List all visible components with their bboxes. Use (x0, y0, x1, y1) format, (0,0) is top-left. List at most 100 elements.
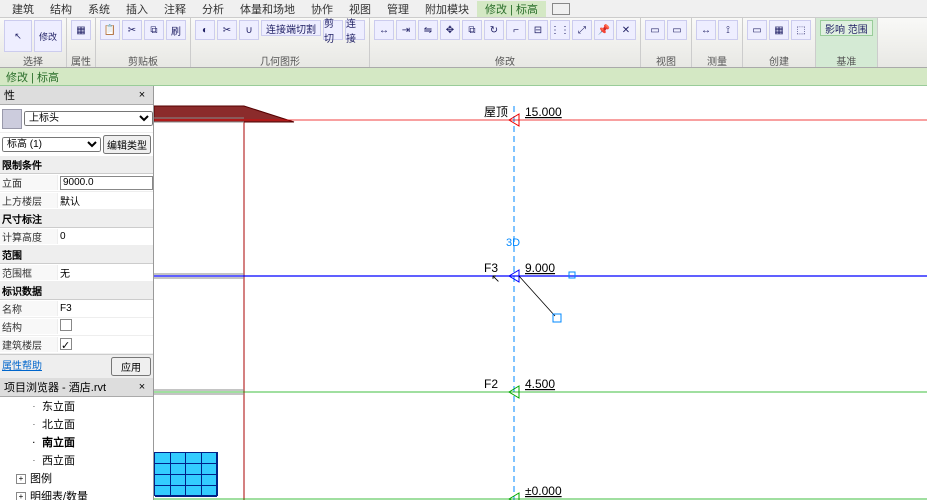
ribbon-group-创建: ▭▦⬚ 创建 (743, 18, 816, 67)
properties-help-link[interactable]: 属性帮助 (2, 357, 42, 376)
axis-3d-label: 3D (506, 237, 520, 249)
menu-item-active[interactable]: 修改 | 标高 (477, 1, 546, 17)
property-section-header: 范围 (0, 246, 153, 264)
cut-icon[interactable]: ✂ (122, 20, 142, 40)
browser-node[interactable]: 明细表/数量 (0, 487, 153, 500)
property-key: 范围框 (0, 265, 58, 280)
property-section-header: 限制条件 (0, 156, 153, 174)
browser-node[interactable]: 图例 (0, 469, 153, 487)
level-elevation[interactable]: 4.500 (525, 377, 555, 391)
browser-node[interactable]: 东立面 (0, 397, 153, 415)
drawing-canvas[interactable]: 3D屋顶15.000F39.000↖F24.500±0.000 (154, 86, 927, 500)
ribbon-group-label: 修改 (374, 53, 636, 65)
property-value[interactable]: ✓ (58, 338, 153, 352)
left-column: 性 × 上标头 标高 (1) 编辑类型 限制条件立面上方楼层默认尺寸标注计算高度… (0, 86, 154, 500)
offset-icon[interactable]: ⇥ (396, 20, 416, 40)
browser-node[interactable]: 西立面 (0, 451, 153, 469)
pin-icon[interactable]: 📌 (594, 20, 614, 40)
checkbox[interactable]: ✓ (60, 338, 72, 350)
property-value[interactable]: 0 (58, 231, 153, 242)
property-input[interactable] (60, 176, 153, 190)
level-name: F2 (484, 377, 498, 391)
demolish-icon[interactable]: 剪切 (323, 20, 343, 40)
create2-icon[interactable]: ▦ (769, 20, 789, 40)
level-elevation[interactable]: ±0.000 (525, 484, 562, 498)
menu-item[interactable]: 插入 (118, 1, 156, 17)
property-value[interactable]: 默认 (58, 193, 153, 208)
copy-move-icon[interactable]: ⧉ (462, 20, 482, 40)
drag-preview-line (519, 276, 555, 316)
menu-item[interactable]: 管理 (379, 1, 417, 17)
property-key: 计算高度 (0, 229, 58, 244)
finish-icon[interactable] (552, 3, 570, 15)
instance-filter[interactable]: 标高 (1) (2, 137, 101, 152)
match-icon[interactable]: 刷 (166, 20, 186, 40)
align-icon[interactable]: ↔ (374, 20, 394, 40)
rotate-icon[interactable]: ↻ (484, 20, 504, 40)
close-icon[interactable]: × (135, 89, 149, 101)
elevation-view[interactable]: 3D屋顶15.000F39.000↖F24.500±0.000 (154, 86, 927, 500)
property-row: 立面 (0, 174, 153, 192)
edit-type-button[interactable]: 编辑类型 (103, 135, 151, 154)
measure-icon[interactable]: ↔ (696, 20, 716, 40)
type-selector[interactable]: 上标头 (24, 111, 153, 126)
split-icon[interactable]: ⊟ (528, 20, 548, 40)
property-value[interactable]: F3 (58, 303, 153, 314)
delete-icon[interactable]: ✕ (616, 20, 636, 40)
drag-handle-icon[interactable] (569, 272, 575, 278)
level-elevation[interactable]: 9.000 (525, 261, 555, 275)
ribbon-group-label: 视图 (645, 53, 687, 65)
trim-icon[interactable]: ⌐ (506, 20, 526, 40)
join-icon[interactable]: ∪ (239, 20, 259, 40)
menu-item[interactable]: 注释 (156, 1, 194, 17)
cope-icon[interactable]: ◐ (195, 20, 215, 40)
ribbon-group-属性: ▦ 属性 (67, 18, 96, 67)
property-section-header: 尺寸标注 (0, 210, 153, 228)
close-icon[interactable]: × (135, 381, 149, 393)
ribbon-group-label: 属性 (71, 53, 91, 65)
menu-item[interactable]: 系统 (80, 1, 118, 17)
checkbox[interactable] (60, 319, 72, 331)
properties-icon[interactable]: ▦ (71, 20, 91, 40)
menu-item[interactable]: 建筑 (4, 1, 42, 17)
project-browser[interactable]: 东立面北立面南立面西立面图例明细表/数量图纸 (全部)001 - 总平面图002… (0, 397, 153, 500)
ribbon-group-label: 测量 (696, 53, 738, 65)
paste-icon[interactable]: 📋 (100, 20, 120, 40)
property-section-header: 标识数据 (0, 282, 153, 300)
create3-icon[interactable]: ⬚ (791, 20, 811, 40)
property-value[interactable] (58, 176, 153, 190)
apply-button[interactable]: 应用 (111, 357, 151, 376)
menu-item[interactable]: 附加模块 (417, 1, 477, 17)
ribbon-group-测量: ↔⟟ 测量 (692, 18, 743, 67)
scale-icon[interactable]: ⤢ (572, 20, 592, 40)
move-icon[interactable]: ✥ (440, 20, 460, 40)
browser-node[interactable]: 北立面 (0, 415, 153, 433)
property-key: 立面 (0, 175, 58, 190)
level-elevation[interactable]: 15.000 (525, 105, 562, 119)
menu-item[interactable]: 分析 (194, 1, 232, 17)
properties-panel: 上标头 标高 (1) 编辑类型 限制条件立面上方楼层默认尺寸标注计算高度0范围范… (0, 105, 153, 354)
property-value[interactable] (58, 319, 153, 334)
ribbon-group-label: 选择 (4, 53, 62, 65)
create1-icon[interactable]: ▭ (747, 20, 767, 40)
ribbon-group-label: 创建 (747, 53, 811, 65)
property-row: 范围框无 (0, 264, 153, 282)
mirror-icon[interactable]: ⇋ (418, 20, 438, 40)
menu-item[interactable]: 体量和场地 (232, 1, 303, 17)
browser-node[interactable]: 南立面 (0, 433, 153, 451)
array-icon[interactable]: ⋮⋮ (550, 20, 570, 40)
modify-icon[interactable]: 修改 (34, 20, 62, 52)
dim-icon[interactable]: ⟟ (718, 20, 738, 40)
scope-icon[interactable]: 影响 范围 (820, 20, 873, 36)
copy-icon[interactable]: ⧉ (144, 20, 164, 40)
property-value[interactable]: 无 (58, 265, 153, 280)
view1-icon[interactable]: ▭ (645, 20, 665, 40)
view2-icon[interactable]: ▭ (667, 20, 687, 40)
join-btn[interactable]: 连接 (345, 20, 365, 40)
cut-geom-icon[interactable]: ✂ (217, 20, 237, 40)
type-preview-icon (2, 109, 22, 129)
wall-join-icon[interactable]: 连接端切割 (261, 20, 321, 36)
cursor-icon[interactable]: ↖ (4, 20, 32, 52)
menu-item[interactable]: 结构 (42, 1, 80, 17)
ribbon-group-基准: 影响 范围基准 (816, 18, 878, 67)
